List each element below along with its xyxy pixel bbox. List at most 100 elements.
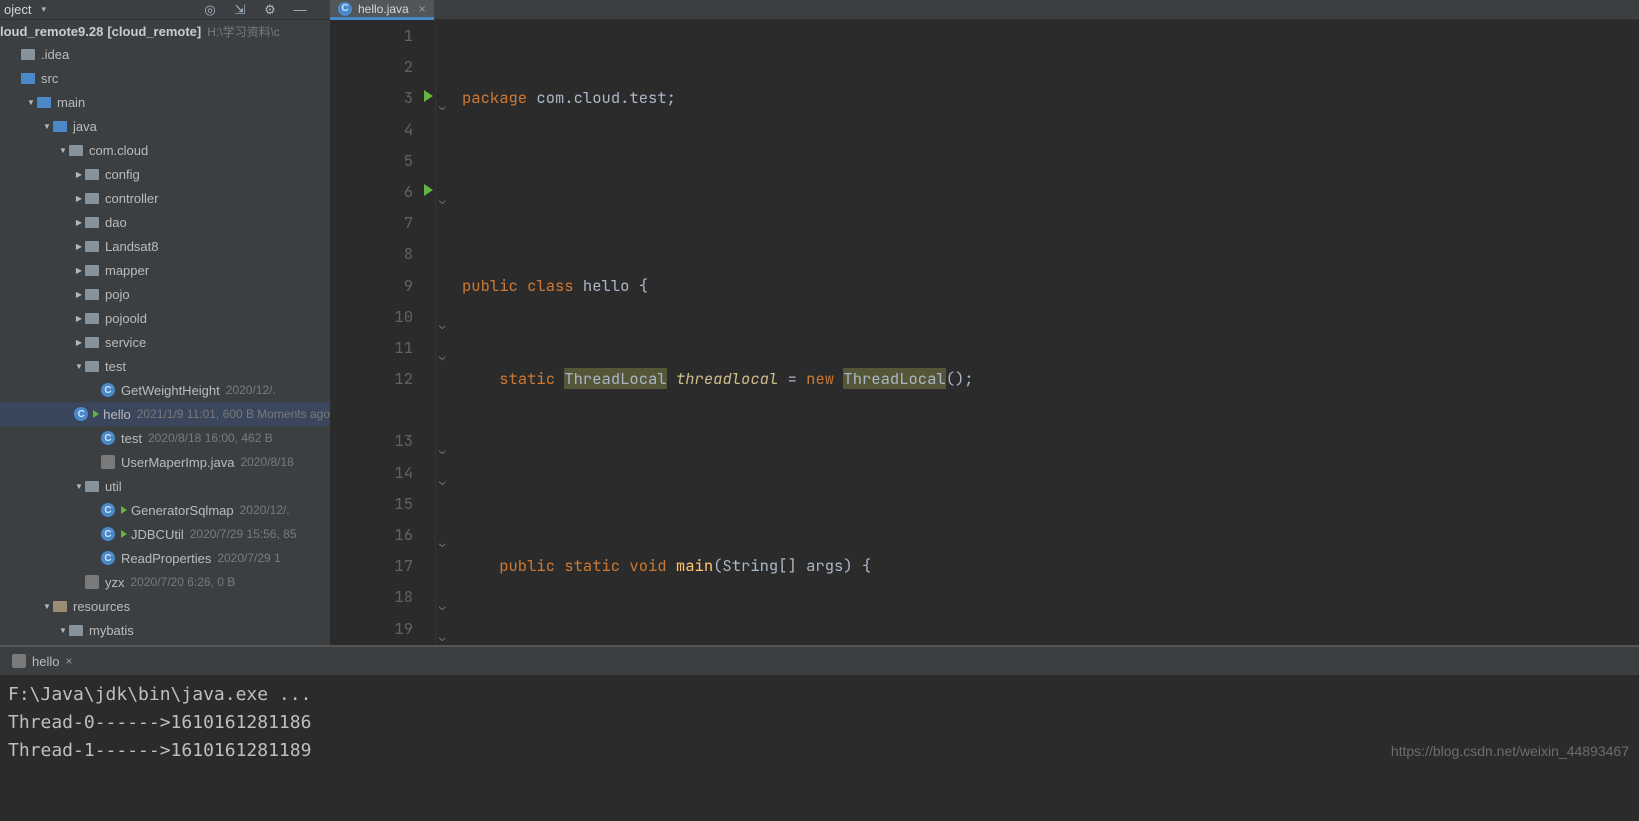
target-icon[interactable]: ◎ — [201, 1, 219, 19]
run-tab-label: hello — [32, 654, 59, 669]
folder-icon — [52, 118, 68, 134]
line-number: 4 — [330, 114, 413, 145]
folder-icon — [20, 70, 36, 86]
line-number: 20 — [330, 644, 413, 645]
chevron-icon[interactable]: ▶ — [74, 266, 84, 275]
collapse-all-icon[interactable]: ⇲ — [231, 1, 249, 19]
run-gutter-icon[interactable] — [424, 184, 433, 196]
chevron-icon[interactable]: ▼ — [74, 482, 84, 491]
tree-item-com-cloud[interactable]: ▼com.cloud — [0, 138, 330, 162]
tree-item-pojoold[interactable]: ▶ pojoold — [0, 306, 330, 330]
tree-item--idea[interactable]: .idea — [0, 42, 330, 66]
tree-item-pojo[interactable]: ▶ pojo — [0, 282, 330, 306]
line-number: 18 — [330, 581, 413, 612]
tree-item-label: pojoold — [105, 311, 147, 326]
tree-item-landsat8[interactable]: ▶Landsat8 — [0, 234, 330, 258]
fold-icon[interactable]: ⌄ — [439, 342, 446, 373]
tree-item-hello[interactable]: Chello2021/1/9 11:01, 600 B Moments ago — [0, 402, 330, 426]
fold-icon[interactable]: ⌄ — [439, 623, 446, 645]
project-dropdown[interactable]: oject — [4, 2, 31, 17]
line-number: 14 — [330, 457, 413, 488]
tree-item-util[interactable]: ▼util — [0, 474, 330, 498]
tree-item-test[interactable]: ▼ test — [0, 354, 330, 378]
tree-item-meta: 2020/7/20 6:26, 0 B — [131, 575, 236, 589]
tree-item-jdbcutil[interactable]: CJDBCUtil2020/7/29 15:56, 85 — [0, 522, 330, 546]
fold-icon[interactable]: ⌄ — [439, 92, 446, 123]
gear-icon[interactable]: ⚙ — [261, 1, 279, 19]
line-number: 8 — [330, 238, 413, 269]
chevron-icon[interactable]: ▶ — [74, 194, 84, 203]
editor-tab-hello[interactable]: C hello.java × — [330, 0, 434, 20]
minimize-icon[interactable]: — — [291, 1, 309, 19]
tree-item-label: config — [105, 167, 140, 182]
dropdown-arrow-icon[interactable]: ▾ — [41, 4, 46, 15]
project-root[interactable]: loud_remote9.28 [cloud_remote] H:\学习资料\c — [0, 20, 330, 42]
tree-item-mapper[interactable]: ▶mapper — [0, 258, 330, 282]
tree-item-label: resources — [73, 599, 130, 614]
code-area[interactable]: package com.cloud.test; public class hel… — [454, 20, 1639, 645]
fold-icon[interactable]: ⌄ — [439, 592, 446, 623]
console-line: Thread-1------>1610161281189 — [8, 737, 1631, 765]
chevron-icon[interactable]: ▶ — [74, 170, 84, 179]
code-editor[interactable]: 1234567891011121314151617181920 ⌄⌄⌄⌄⌄⌄⌄⌄… — [330, 20, 1639, 645]
chevron-icon[interactable]: ▶ — [74, 338, 84, 347]
tree-item-yzx[interactable]: yzx2020/7/20 6:26, 0 B — [0, 570, 330, 594]
tree-item-dao[interactable]: ▶ dao — [0, 210, 330, 234]
tree-item-label: GetWeightHeight — [121, 383, 220, 398]
tree-item-generatorsqlmap[interactable]: CGeneratorSqlmap2020/12/. — [0, 498, 330, 522]
run-gutter-icon[interactable] — [424, 90, 433, 102]
fold-icon[interactable]: ⌄ — [439, 436, 446, 467]
tree-item-java[interactable]: ▼java — [0, 114, 330, 138]
chevron-icon[interactable]: ▼ — [26, 98, 36, 107]
line-number: 11 — [330, 332, 413, 363]
package-icon — [84, 286, 100, 302]
chevron-icon[interactable]: ▼ — [42, 602, 52, 611]
tree-item-service[interactable]: ▶service — [0, 330, 330, 354]
tree-item-test[interactable]: Ctest2020/8/18 16:00, 462 B — [0, 426, 330, 450]
console-output[interactable]: F:\Java\jdk\bin\java.exe ... Thread-0---… — [0, 675, 1639, 771]
close-icon[interactable]: × — [419, 2, 426, 16]
chevron-icon[interactable]: ▼ — [58, 626, 68, 635]
chevron-icon[interactable]: ▼ — [74, 362, 84, 371]
watermark: https://blog.csdn.net/weixin_44893467 — [1391, 737, 1629, 765]
run-tab-hello[interactable]: hello × — [6, 649, 78, 673]
tree-item-resources[interactable]: ▼ resources — [0, 594, 330, 618]
runnable-icon — [93, 410, 99, 418]
tree-item-main[interactable]: ▼main — [0, 90, 330, 114]
tree-item-getweightheight[interactable]: CGetWeightHeight2020/12/. — [0, 378, 330, 402]
tree-item-label: pojo — [105, 287, 130, 302]
package-icon — [84, 214, 100, 230]
tree-item-config[interactable]: ▶ config — [0, 162, 330, 186]
chevron-icon[interactable]: ▶ — [74, 290, 84, 299]
close-icon[interactable]: × — [65, 654, 72, 668]
class-icon: C — [100, 502, 116, 518]
chevron-icon[interactable]: ▼ — [42, 122, 52, 131]
line-number: 3 — [330, 82, 413, 113]
class-icon: C — [100, 550, 116, 566]
fold-icon[interactable]: ⌄ — [439, 311, 446, 342]
chevron-icon[interactable]: ▼ — [58, 146, 68, 155]
folder-icon — [36, 94, 52, 110]
chevron-icon[interactable]: ▶ — [74, 242, 84, 251]
package-icon — [68, 142, 84, 158]
project-tree[interactable]: loud_remote9.28 [cloud_remote] H:\学习资料\c… — [0, 20, 330, 645]
tree-item-usermaperimp-java[interactable]: UserMaperImp.java2020/8/18 — [0, 450, 330, 474]
fold-icon[interactable]: ⌄ — [439, 186, 446, 217]
tree-item-mybatis[interactable]: ▼mybatis — [0, 618, 330, 642]
tree-item-controller[interactable]: ▶controller — [0, 186, 330, 210]
console-line: F:\Java\jdk\bin\java.exe ... — [8, 681, 1631, 709]
line-number: 16 — [330, 519, 413, 550]
tree-item-readproperties[interactable]: CReadProperties2020/7/29 1 — [0, 546, 330, 570]
fold-icon[interactable]: ⌄ — [439, 529, 446, 560]
editor-tab-label: hello.java — [358, 2, 409, 16]
tree-item-meta: 2020/7/29 15:56, 85 — [190, 527, 297, 541]
chevron-icon[interactable]: ▶ — [74, 314, 84, 323]
tree-item-meta: 2020/12/. — [226, 383, 276, 397]
chevron-icon[interactable]: ▶ — [74, 218, 84, 227]
tree-item-label: dao — [105, 215, 127, 230]
tree-item-label: test — [105, 359, 126, 374]
fold-icon[interactable]: ⌄ — [439, 467, 446, 498]
line-number: 1 — [330, 20, 413, 51]
tree-item-src[interactable]: src — [0, 66, 330, 90]
package-icon — [84, 334, 100, 350]
